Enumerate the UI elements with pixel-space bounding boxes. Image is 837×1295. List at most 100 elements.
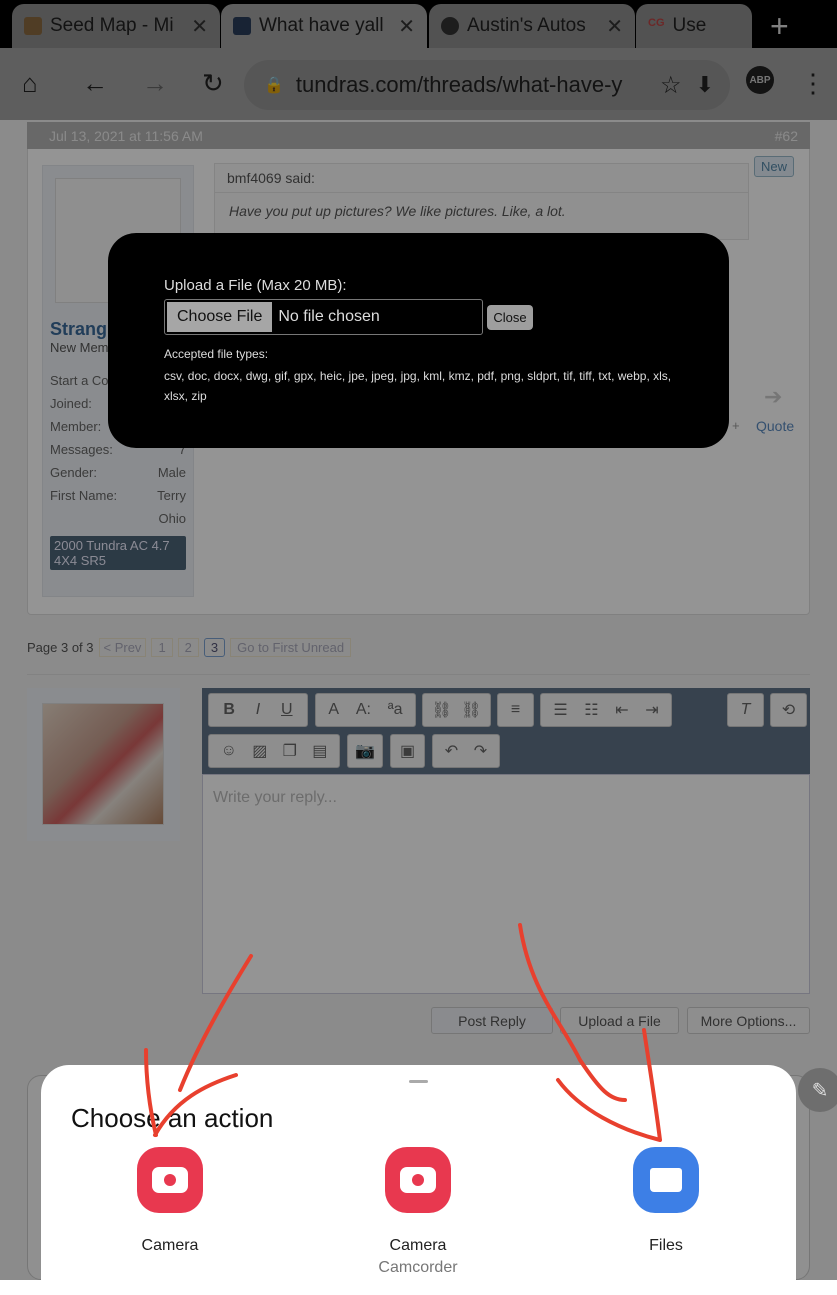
accepted-label: Accepted file types:: [164, 347, 269, 361]
forward-icon[interactable]: →: [142, 68, 168, 99]
stat-label: Member:: [50, 419, 102, 434]
stat-label: Messages:: [50, 442, 113, 457]
upload-dialog: Upload a File (Max 20 MB): Choose File N…: [108, 233, 729, 448]
user-stat-row: Ohio: [50, 507, 186, 530]
edit-fab-pencil-icon[interactable]: ✎: [798, 1068, 837, 1112]
format-group: BIU: [208, 693, 308, 727]
pagination: Page 3 of 3 < Prev 1 2 3 Go to First Unr…: [27, 638, 352, 657]
insert-group: ☺ ▨ ❐ ▤: [208, 734, 340, 768]
reply-textarea[interactable]: Write your reply...: [202, 774, 810, 994]
tundras-favicon-icon: [233, 17, 251, 35]
bold-icon[interactable]: B: [223, 701, 235, 719]
tab-seed-map[interactable]: Seed Map - Mi ✕: [12, 4, 220, 48]
page-link-1[interactable]: 1: [151, 638, 173, 657]
post-number[interactable]: #62: [775, 128, 798, 144]
star-icon[interactable]: ☆: [660, 71, 682, 100]
align-icon[interactable]: ≡: [497, 693, 534, 727]
drag-handle[interactable]: [409, 1080, 428, 1083]
globe-icon: [441, 17, 459, 35]
font-size-icon[interactable]: A:: [356, 701, 371, 719]
camera-upload-icon[interactable]: 📷: [347, 734, 383, 768]
redo-icon[interactable]: ↷: [474, 741, 487, 761]
stat-value: Ohio: [158, 511, 186, 526]
indent-icon[interactable]: ⇥: [645, 700, 658, 720]
font-family-icon[interactable]: ªa: [388, 701, 403, 719]
post-reply-button[interactable]: Post Reply: [431, 1007, 553, 1034]
stat-label: Joined:: [50, 396, 92, 411]
arrow-right-icon[interactable]: ➔: [764, 384, 782, 410]
adblock-icon[interactable]: ABP: [746, 66, 774, 94]
user-avatar-image: [42, 703, 164, 825]
user-stat-row: First Name: Terry: [50, 484, 186, 507]
lock-icon: 🔒: [264, 77, 284, 94]
prev-page-link[interactable]: < Prev: [98, 638, 147, 657]
file-input[interactable]: Choose File No file chosen: [164, 299, 483, 335]
font-color-icon[interactable]: A: [328, 701, 339, 719]
reload-icon[interactable]: ↻: [202, 68, 224, 99]
quote-author[interactable]: bmf4069 said:: [215, 164, 748, 193]
underline-icon[interactable]: U: [281, 701, 293, 719]
tab-what-have-yall[interactable]: What have yall ✕: [221, 4, 427, 48]
new-tab-button[interactable]: +: [770, 8, 789, 45]
stat-label: Gender:: [50, 465, 97, 480]
new-badge: New: [754, 156, 795, 177]
page-link-3-current[interactable]: 3: [203, 638, 226, 657]
link-group: ⛓ ⛓: [422, 693, 491, 727]
accepted-types: csv, doc, docx, dwg, gif, gpx, heic, jpe…: [164, 369, 672, 403]
home-icon[interactable]: ⌂: [22, 68, 38, 99]
app-camera[interactable]: Camera: [90, 1147, 250, 1255]
address-bar[interactable]: 🔒 tundras.com/threads/what-have-y ☆ ⬇: [244, 60, 730, 110]
tab-austins-autos[interactable]: Austin's Autos ✕: [429, 4, 635, 48]
choose-file-button[interactable]: Choose File: [167, 302, 273, 332]
close-tab-icon[interactable]: ✕: [398, 14, 415, 39]
quote-text: Have you put up pictures? We like pictur…: [229, 203, 566, 219]
sheet-title: Choose an action: [71, 1103, 274, 1133]
image-icon[interactable]: ▨: [252, 741, 267, 761]
stat-label: First Name:: [50, 488, 118, 503]
folder-icon: [633, 1147, 699, 1213]
link-icon[interactable]: ⛓: [432, 700, 452, 720]
camera-icon: [385, 1147, 451, 1213]
cg-favicon-icon: CG: [648, 17, 665, 29]
close-button[interactable]: Close: [487, 305, 533, 330]
bullet-list-icon[interactable]: ☰: [553, 700, 567, 720]
user-stat-row: Gender: Male: [50, 461, 186, 484]
plus-link[interactable]: +: [732, 418, 740, 433]
toggle-bbcode-icon[interactable]: ⟲: [770, 693, 807, 727]
box-favicon-icon: [24, 17, 42, 35]
more-options-button[interactable]: More Options...: [687, 1007, 810, 1034]
outdent-icon[interactable]: ⇤: [615, 700, 628, 720]
list-group: ☰ ☷ ⇤ ⇥: [540, 693, 672, 727]
first-unread-link[interactable]: Go to First Unread: [230, 638, 352, 657]
editor-toolbar: BIU A A: ªa ⛓ ⛓ ≡ ☰ ☷ ⇤ ⇥ T ⟲ ☺ ▨ ❐ ▤ 📷 ▣ ↶ ↷: [202, 688, 810, 774]
vehicle-badge: 2000 Tundra AC 4.7 4X4 SR5: [50, 536, 186, 570]
number-list-icon[interactable]: ☷: [584, 700, 598, 720]
italic-icon[interactable]: I: [256, 701, 260, 719]
tab-use[interactable]: CG Use: [636, 4, 752, 48]
page-link-2[interactable]: 2: [177, 638, 199, 657]
app-files[interactable]: Files: [586, 1147, 746, 1255]
unlink-icon[interactable]: ⛓: [461, 700, 481, 720]
quote-link[interactable]: Quote: [756, 418, 794, 434]
save-draft-icon[interactable]: ▣: [390, 734, 425, 768]
close-tab-icon[interactable]: ✕: [606, 14, 623, 39]
stat-value: Terry: [157, 488, 186, 503]
smilie-icon[interactable]: ☺: [221, 742, 237, 760]
upload-file-button[interactable]: Upload a File: [560, 1007, 679, 1034]
remove-format-icon[interactable]: T: [727, 693, 764, 727]
stat-label: Start a Co: [50, 373, 109, 388]
back-icon[interactable]: ←: [82, 68, 108, 99]
download-icon[interactable]: ⬇: [696, 72, 714, 98]
code-icon[interactable]: ▤: [312, 741, 327, 761]
reply-avatar-panel: [27, 688, 180, 841]
camera-icon: [137, 1147, 203, 1213]
app-camera-camcorder[interactable]: Camera Camcorder: [338, 1147, 498, 1277]
media-icon[interactable]: ❐: [283, 741, 297, 761]
close-tab-icon[interactable]: ✕: [191, 14, 208, 39]
upload-label: Upload a File (Max 20 MB):: [164, 277, 347, 294]
divider: [27, 674, 810, 675]
undo-icon[interactable]: ↶: [445, 741, 458, 761]
menu-icon[interactable]: ⋮: [800, 68, 826, 99]
choose-action-sheet: Choose an action Camera Camera Camcorder…: [41, 1065, 796, 1295]
post-header: Jul 13, 2021 at 11:56 AM #62: [27, 122, 810, 149]
